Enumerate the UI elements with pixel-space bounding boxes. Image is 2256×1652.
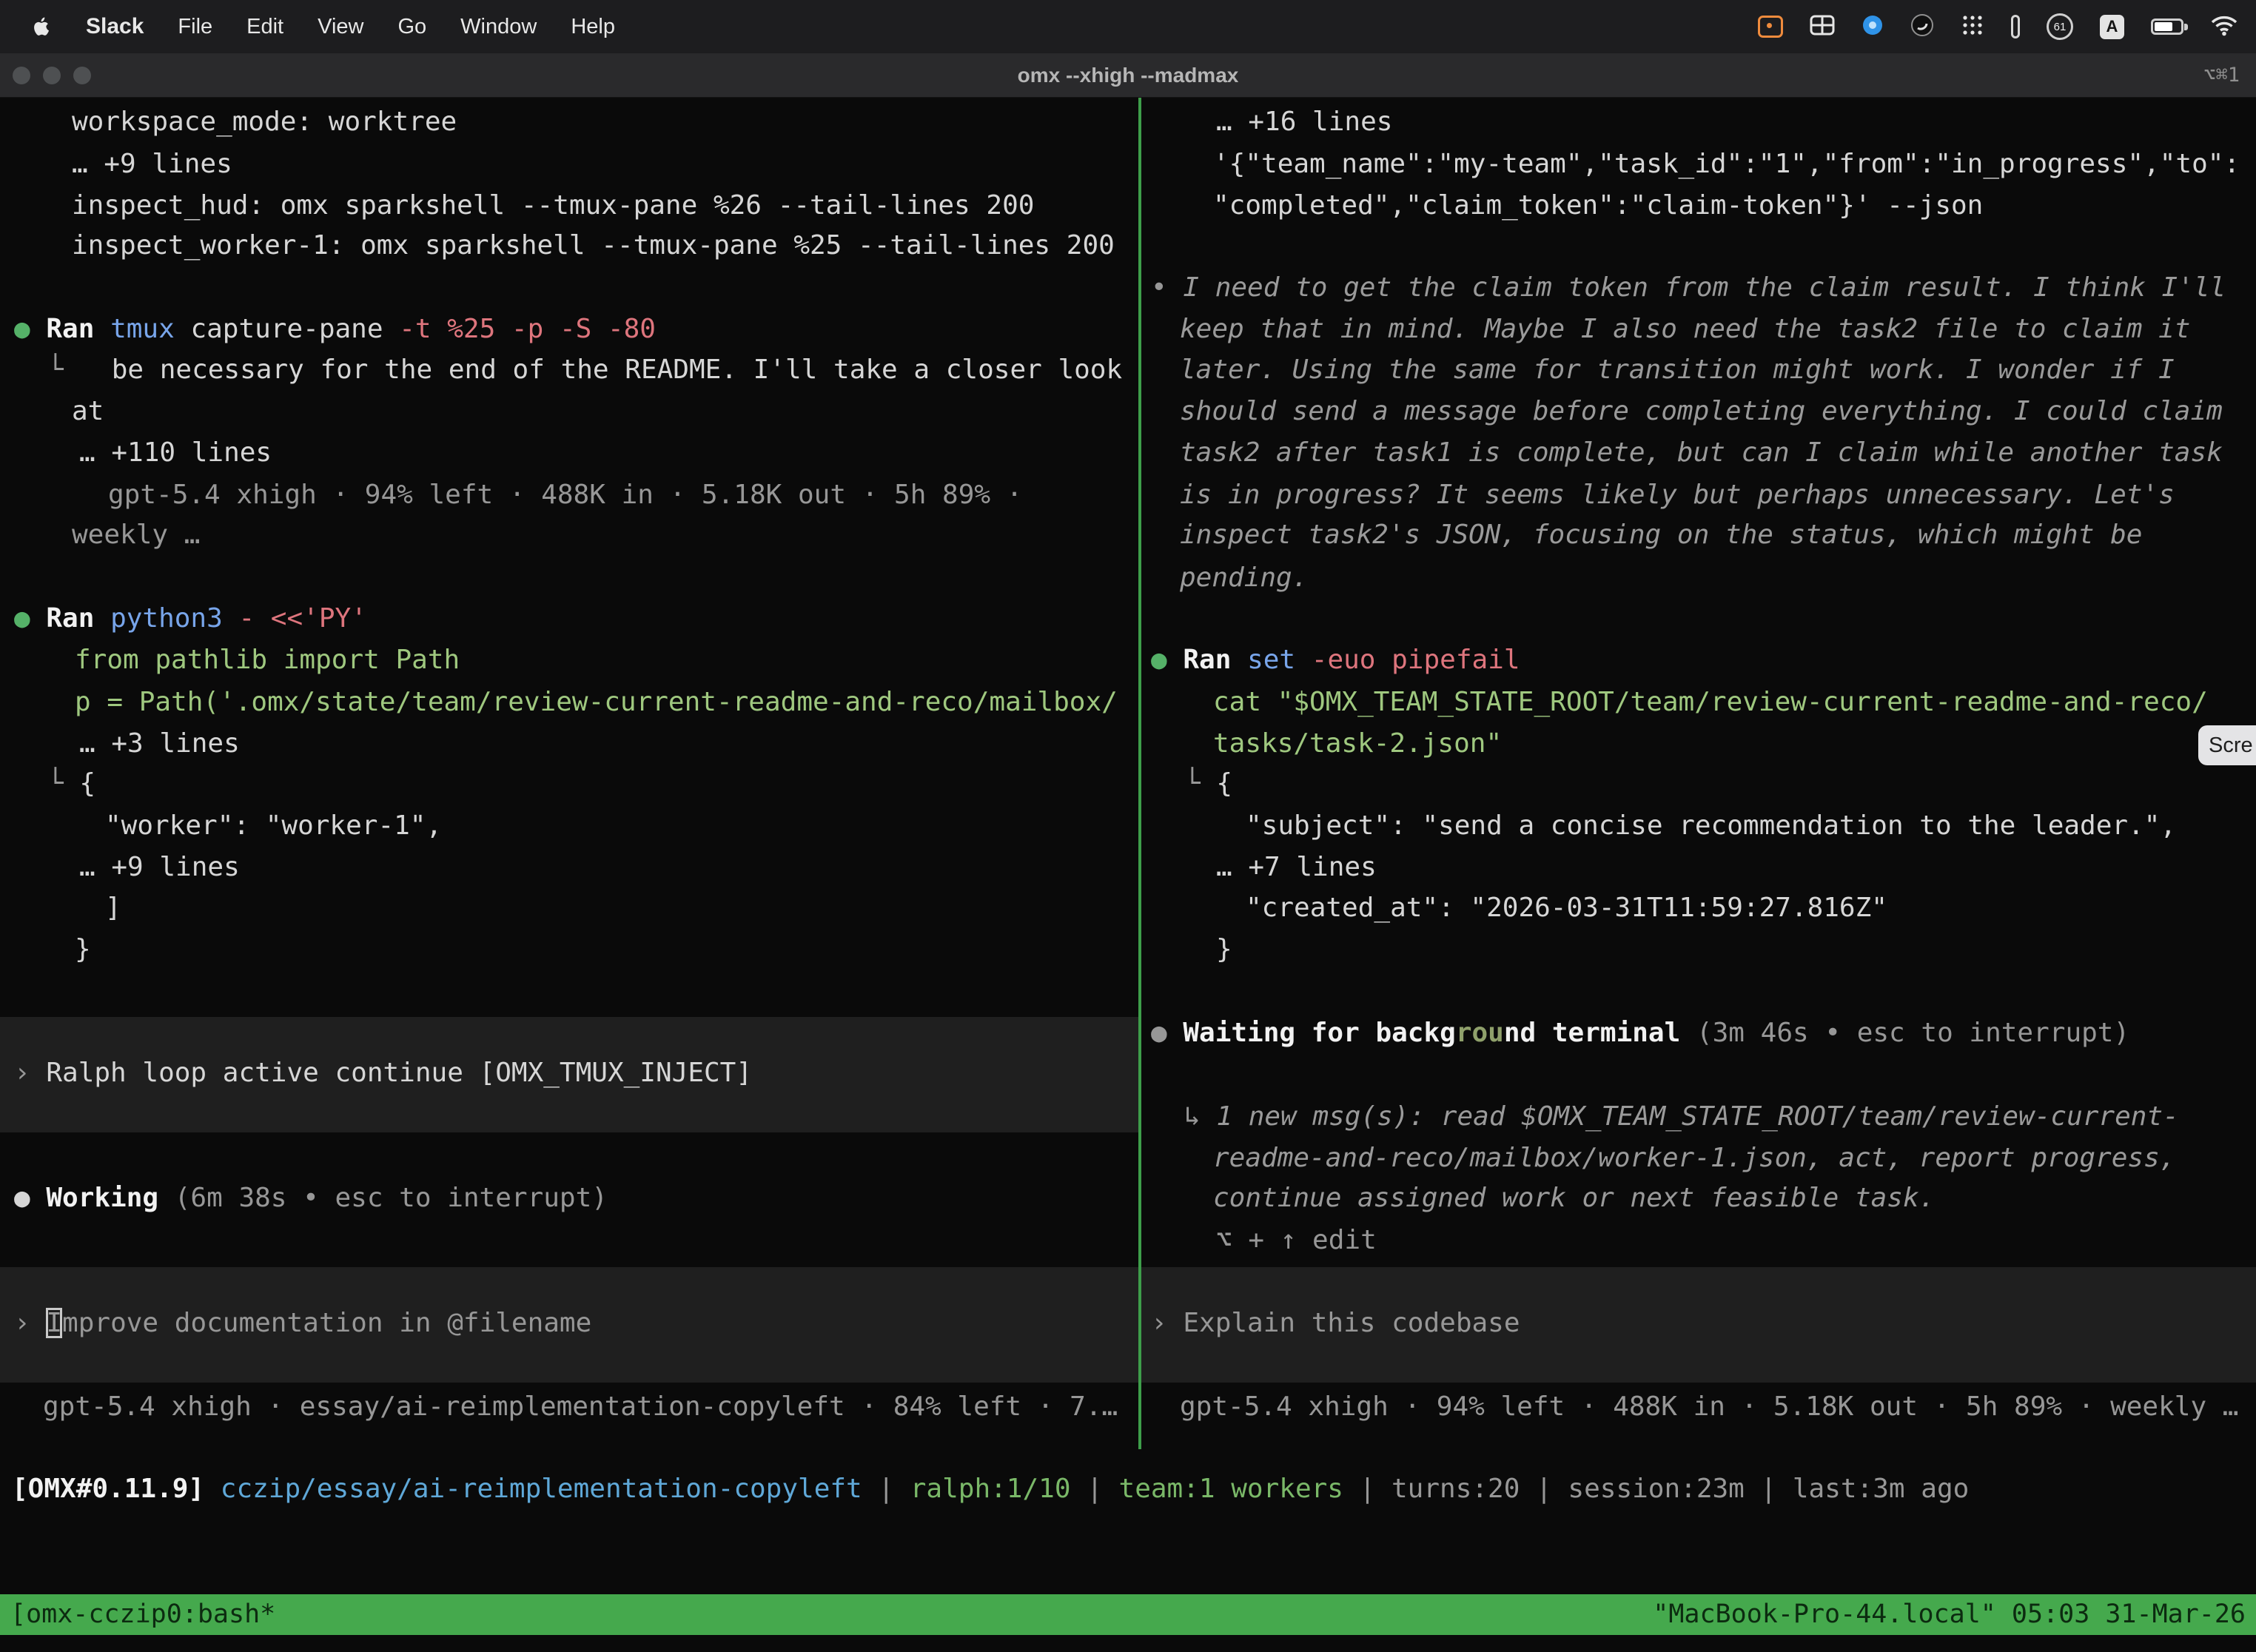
menu-view[interactable]: View [318, 15, 363, 39]
text-segment: [OMX#0.11.9] [12, 1474, 221, 1504]
input-source-icon[interactable]: A [2100, 15, 2124, 39]
menu-edit[interactable]: Edit [246, 15, 283, 39]
terminal: workspace_mode: worktree… +9 linesinspec… [0, 98, 2256, 1652]
text-segment: | [1343, 1474, 1391, 1504]
menu-bar-status-icons: 61 A [1758, 13, 2256, 41]
text-segment: turns:20 [1391, 1474, 1520, 1504]
dots-grid-icon[interactable] [1961, 13, 1984, 41]
menu-window[interactable]: Window [460, 15, 537, 39]
screen-edge-notification[interactable]: Scre [2198, 725, 2256, 765]
menu-file[interactable]: File [178, 15, 212, 39]
tmux-host-clock: "MacBook-Pro-44.local" 05:03 31-Mar-26 [1653, 1594, 2246, 1635]
text-segment: cczip/essay/ai-reimplementation-copyleft [221, 1474, 862, 1504]
window-title: omx --xhigh --madmax [0, 53, 2256, 97]
screen: Slack File Edit View Go Window Help 61 [0, 0, 2256, 1652]
wifi-icon[interactable] [2210, 14, 2238, 40]
terminal-line: [OMX#0.11.9] cczip/essay/ai-reimplementa… [12, 1468, 1969, 1510]
apple-menu-icon[interactable] [33, 16, 52, 38]
screen-recording-icon[interactable] [1758, 16, 1783, 38]
battery-fill [2155, 22, 2172, 31]
text-segment: | [1520, 1474, 1568, 1504]
app-menu-slack[interactable]: Slack [86, 14, 144, 39]
menu-help[interactable]: Help [571, 15, 615, 39]
text-segment: team:1 workers [1119, 1474, 1343, 1504]
dark-app-icon[interactable] [1910, 13, 1934, 41]
tmux-status-bar: [omx-cczip0:bash* "MacBook-Pro-44.local"… [0, 1594, 2256, 1635]
omx-status-line: [OMX#0.11.9] cczip/essay/ai-reimplementa… [0, 98, 2256, 1594]
window-title-bar[interactable]: omx --xhigh --madmax ⌥⌘1 [0, 53, 2256, 98]
menu-go[interactable]: Go [397, 15, 426, 39]
blue-app-icon[interactable] [1861, 14, 1884, 40]
battery-percent-ring[interactable]: 61 [2047, 13, 2073, 40]
window-grid-icon[interactable] [1810, 15, 1835, 39]
text-segment: | [1071, 1474, 1119, 1504]
text-segment: last:3m ago [1793, 1474, 1969, 1504]
menu-bar: Slack File Edit View Go Window Help 61 [0, 0, 2256, 53]
battery-icon[interactable] [2151, 19, 2183, 35]
text-segment: ralph:1/10 [910, 1474, 1071, 1504]
text-segment: | [1745, 1474, 1793, 1504]
text-segment: session:23m [1568, 1474, 1744, 1504]
tmux-session-label: [omx-cczip0:bash* [10, 1594, 275, 1635]
text-segment: | [862, 1474, 910, 1504]
key-icon[interactable] [2011, 15, 2020, 38]
menu-bar-left: Slack File Edit View Go Window Help [0, 14, 615, 39]
window-shortcut-hint: ⌥⌘1 [2203, 53, 2240, 97]
